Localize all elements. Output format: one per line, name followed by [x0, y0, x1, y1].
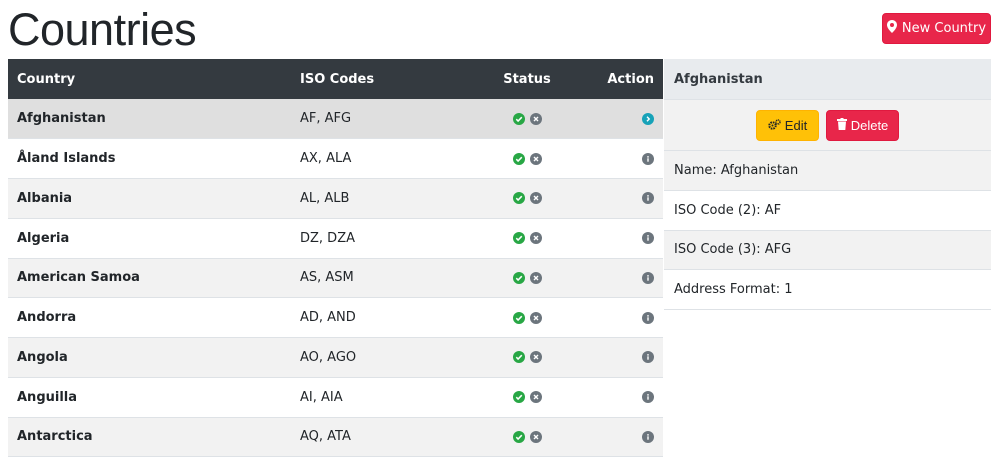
- trash-icon: [836, 117, 847, 133]
- action-cell: [573, 258, 663, 298]
- new-country-button[interactable]: New Country: [882, 13, 991, 44]
- iso-codes: DZ, DZA: [300, 230, 355, 246]
- check-circle-icon[interactable]: [512, 311, 525, 324]
- times-circle-icon[interactable]: [529, 271, 542, 284]
- status-cell: [481, 258, 573, 298]
- table-row[interactable]: American Samoa AS, ASM: [8, 258, 663, 298]
- action-cell: [573, 377, 663, 417]
- chevron-right-circle-icon[interactable]: [642, 112, 654, 125]
- info-circle-icon[interactable]: [642, 391, 654, 404]
- iso-codes: AF, AFG: [300, 111, 352, 127]
- status-cell: [481, 338, 573, 378]
- info-circle-icon[interactable]: [642, 152, 654, 165]
- table-row[interactable]: Andorra AD, AND: [8, 297, 663, 338]
- check-circle-icon[interactable]: [512, 152, 525, 165]
- country-name: American Samoa: [17, 270, 140, 286]
- table-row[interactable]: Algeria DZ, DZA: [8, 218, 663, 258]
- status-cell: [481, 139, 573, 179]
- country-name: Algeria: [17, 230, 70, 246]
- table-row[interactable]: Albania AL, ALB: [8, 178, 663, 219]
- panel-actions: Edit Delete: [664, 100, 991, 151]
- iso-codes: AI, AIA: [300, 389, 343, 405]
- check-circle-icon[interactable]: [512, 192, 525, 205]
- column-header-status[interactable]: Status: [481, 59, 573, 99]
- column-header-action: Action: [607, 71, 654, 87]
- check-circle-icon[interactable]: [512, 391, 525, 404]
- action-cell: [573, 179, 663, 219]
- country-name: Antarctica: [17, 429, 93, 445]
- column-header-iso[interactable]: ISO Codes: [291, 59, 481, 99]
- check-circle-icon[interactable]: [512, 232, 525, 245]
- check-circle-icon[interactable]: [512, 112, 525, 125]
- action-cell: [573, 218, 663, 258]
- action-cell: [573, 139, 663, 179]
- country-name: Angola: [17, 349, 68, 365]
- country-detail-panel: Afghanistan Edit Delete Name: Afghanista…: [664, 59, 991, 310]
- iso-codes: AO, AGO: [300, 349, 357, 365]
- country-name: Albania: [17, 190, 73, 206]
- countries-table: Country ISO Codes Status Action Afghanis…: [8, 59, 663, 457]
- table-row[interactable]: Åland Islands AX, ALA: [8, 138, 663, 179]
- edit-label: Edit: [784, 117, 808, 133]
- table-row[interactable]: Antarctica AQ, ATA: [8, 417, 663, 457]
- check-circle-icon[interactable]: [512, 351, 525, 364]
- cogs-icon: [768, 118, 781, 133]
- detail-item: ISO Code (2): AF: [664, 190, 991, 231]
- status-cell: [481, 417, 573, 457]
- iso-codes: AS, ASM: [300, 270, 354, 286]
- times-circle-icon[interactable]: [529, 430, 542, 443]
- delete-button[interactable]: Delete: [826, 109, 899, 141]
- info-circle-icon[interactable]: [642, 192, 654, 205]
- table-header-row: Country ISO Codes Status Action: [8, 59, 663, 99]
- country-name: Anguilla: [17, 389, 78, 405]
- iso-codes: AX, ALA: [300, 151, 352, 167]
- delete-label: Delete: [850, 117, 889, 133]
- times-circle-icon[interactable]: [529, 391, 542, 404]
- info-circle-icon[interactable]: [642, 430, 654, 443]
- times-circle-icon[interactable]: [529, 232, 542, 245]
- status-cell: [481, 99, 573, 139]
- iso-codes: AQ, ATA: [300, 429, 351, 445]
- detail-item: Address Format: 1: [664, 270, 991, 310]
- iso-codes: AD, AND: [300, 310, 356, 326]
- country-name: Andorra: [17, 310, 77, 326]
- column-header-country[interactable]: Country: [8, 59, 291, 99]
- action-cell: [573, 298, 663, 338]
- table-row[interactable]: Angola AO, AGO: [8, 337, 663, 378]
- info-circle-icon[interactable]: [642, 311, 654, 324]
- check-circle-icon[interactable]: [512, 271, 525, 284]
- info-circle-icon[interactable]: [642, 351, 654, 364]
- map-marker-icon: [886, 20, 897, 37]
- times-circle-icon[interactable]: [529, 311, 542, 324]
- action-cell: [573, 417, 663, 457]
- table-row[interactable]: Anguilla AI, AIA: [8, 377, 663, 417]
- times-circle-icon[interactable]: [529, 152, 542, 165]
- times-circle-icon[interactable]: [529, 192, 542, 205]
- detail-item: ISO Code (3): AFG: [664, 230, 991, 271]
- check-circle-icon[interactable]: [512, 430, 525, 443]
- action-cell: [573, 99, 663, 139]
- page-title: Countries: [8, 4, 197, 55]
- info-circle-icon[interactable]: [642, 271, 654, 284]
- detail-item: Name: Afghanistan: [664, 151, 991, 191]
- action-cell: [573, 338, 663, 378]
- times-circle-icon[interactable]: [529, 112, 542, 125]
- status-cell: [481, 377, 573, 417]
- times-circle-icon[interactable]: [529, 351, 542, 364]
- new-country-label: New Country: [901, 21, 987, 36]
- table-row[interactable]: Afghanistan AF, AFG: [8, 99, 663, 139]
- country-name: Afghanistan: [17, 111, 106, 127]
- panel-title: Afghanistan: [664, 59, 991, 100]
- country-name: Åland Islands: [17, 151, 116, 167]
- iso-codes: AL, ALB: [300, 190, 350, 206]
- status-cell: [481, 218, 573, 258]
- status-cell: [481, 298, 573, 338]
- edit-button[interactable]: Edit: [756, 109, 819, 141]
- info-circle-icon[interactable]: [642, 232, 654, 245]
- status-cell: [481, 179, 573, 219]
